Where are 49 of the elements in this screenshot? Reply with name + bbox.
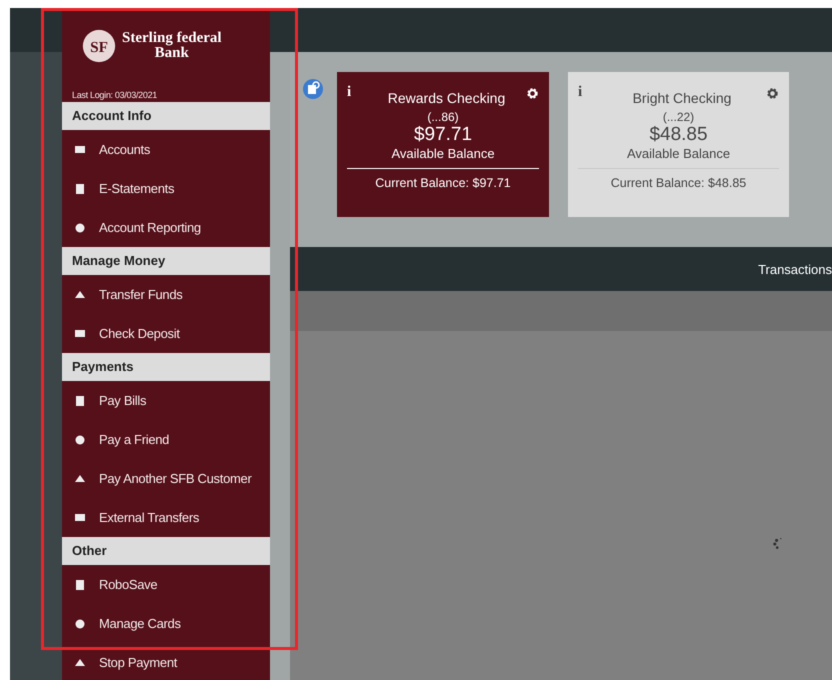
account-card[interactable]: i Bright Checking (...22) $48.85 Available Balance Current Balance: $48.85 bbox=[568, 72, 789, 217]
section-header: Account Info bbox=[62, 102, 270, 130]
menu-item-label: Accounts bbox=[99, 142, 150, 157]
last-login-text: Last Login: 03/03/2021 bbox=[71, 89, 158, 102]
document-search-icon[interactable] bbox=[303, 79, 323, 99]
account-number: (...86) bbox=[427, 110, 459, 124]
available-balance-amount: $48.85 bbox=[649, 124, 708, 146]
menu-item-label: Pay a Friend bbox=[99, 432, 170, 447]
info-icon[interactable]: i bbox=[578, 84, 598, 101]
menu-item-label: Pay Bills bbox=[99, 393, 146, 408]
available-balance-label: Available Balance bbox=[391, 146, 495, 161]
account-card[interactable]: i Rewards Checking (...86) $97.71 Available Balance Current Balance: $97.71 bbox=[337, 72, 549, 217]
current-balance-text: Current Balance: $48.85 bbox=[578, 168, 779, 190]
menu-item-label: Pay Another SFB Customer bbox=[99, 471, 252, 486]
menu-item-label: Account Reporting bbox=[99, 220, 201, 235]
document-icon bbox=[74, 182, 86, 194]
menu-item[interactable]: Accounts bbox=[62, 130, 270, 169]
bank-name: Sterling federal Bank bbox=[122, 31, 222, 61]
menu-item[interactable]: Manage Cards bbox=[62, 604, 270, 643]
menu-item[interactable]: Pay a Friend bbox=[62, 420, 270, 459]
current-balance-text: Current Balance: $97.71 bbox=[347, 168, 539, 190]
section-header: Payments bbox=[62, 353, 270, 381]
account-name: Bright Checking bbox=[632, 89, 732, 106]
menu-item[interactable]: External Transfers bbox=[62, 498, 270, 537]
menu-item-label: Check Deposit bbox=[99, 326, 180, 341]
section-header: Manage Money bbox=[62, 247, 270, 275]
menu-item[interactable]: E-Statements bbox=[62, 169, 270, 208]
menu-item-label: Transfer Funds bbox=[99, 287, 182, 302]
menu-item[interactable]: Stop Payment bbox=[62, 643, 270, 680]
available-balance-label: Available Balance bbox=[626, 146, 730, 161]
menu-item[interactable]: Check Deposit bbox=[62, 314, 270, 353]
transactions-title[interactable]: Transactions bbox=[758, 262, 832, 276]
settings-icon[interactable] bbox=[766, 87, 779, 100]
logo-icon: SF bbox=[82, 29, 116, 63]
menu-item-label: RoboSave bbox=[99, 577, 158, 592]
menu-item[interactable]: Transfer Funds bbox=[62, 275, 270, 314]
account-number: (...22) bbox=[662, 110, 694, 124]
info-icon[interactable]: i bbox=[347, 84, 367, 101]
menu-item[interactable]: Pay Bills bbox=[62, 381, 270, 420]
menu-item-label: Manage Cards bbox=[99, 616, 181, 631]
menu-item-label: E-Statements bbox=[99, 181, 174, 196]
section-header: Other bbox=[62, 537, 270, 565]
available-balance-amount: $97.71 bbox=[414, 124, 472, 146]
menu-item[interactable]: Account Reporting bbox=[62, 208, 270, 247]
menu-item[interactable]: RoboSave bbox=[62, 565, 270, 604]
menu-item-label: Stop Payment bbox=[99, 655, 178, 670]
menu-item-label: External Transfers bbox=[99, 510, 200, 525]
account-name: Rewards Checking bbox=[386, 89, 506, 106]
menu-item[interactable]: Pay Another SFB Customer bbox=[62, 459, 270, 498]
